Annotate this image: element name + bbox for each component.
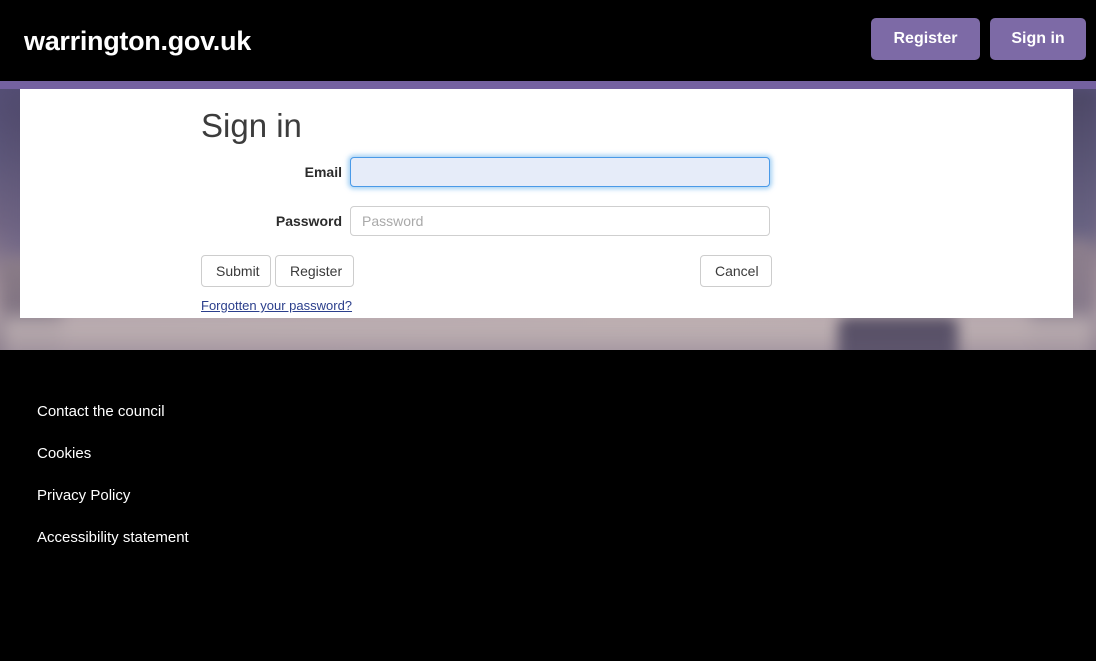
form-row-password: Password xyxy=(20,206,1073,236)
footer-link-privacy-policy[interactable]: Privacy Policy xyxy=(37,486,130,506)
register-button[interactable]: Register xyxy=(275,255,354,287)
signin-card: Sign in Email Password Submit Register C… xyxy=(20,89,1073,318)
password-label: Password xyxy=(275,213,342,229)
site-footer: Contact the council Cookies Privacy Poli… xyxy=(0,350,1096,661)
footer-link-contact-the-council[interactable]: Contact the council xyxy=(37,402,165,422)
background-post-shape xyxy=(838,317,958,350)
page-root: warrington.gov.uk Register Sign in Sign … xyxy=(0,0,1096,661)
site-header: warrington.gov.uk Register Sign in xyxy=(0,0,1096,81)
submit-button[interactable]: Submit xyxy=(201,255,271,287)
form-row-email: Email xyxy=(20,157,1073,187)
accent-bar xyxy=(0,81,1096,89)
form-button-row: Submit Register Cancel xyxy=(20,255,1073,287)
page-title: Sign in xyxy=(201,107,302,144)
site-title: warrington.gov.uk xyxy=(24,26,251,56)
password-input[interactable] xyxy=(350,206,770,236)
signin-header-button[interactable]: Sign in xyxy=(990,18,1086,60)
register-header-button[interactable]: Register xyxy=(871,18,980,60)
email-label: Email xyxy=(304,164,342,180)
cancel-button[interactable]: Cancel xyxy=(700,255,772,287)
footer-link-accessibility-statement[interactable]: Accessibility statement xyxy=(37,528,189,548)
forgot-password-link[interactable]: Forgotten your password? xyxy=(201,298,352,314)
footer-link-cookies[interactable]: Cookies xyxy=(37,444,91,464)
email-input[interactable] xyxy=(350,157,770,187)
